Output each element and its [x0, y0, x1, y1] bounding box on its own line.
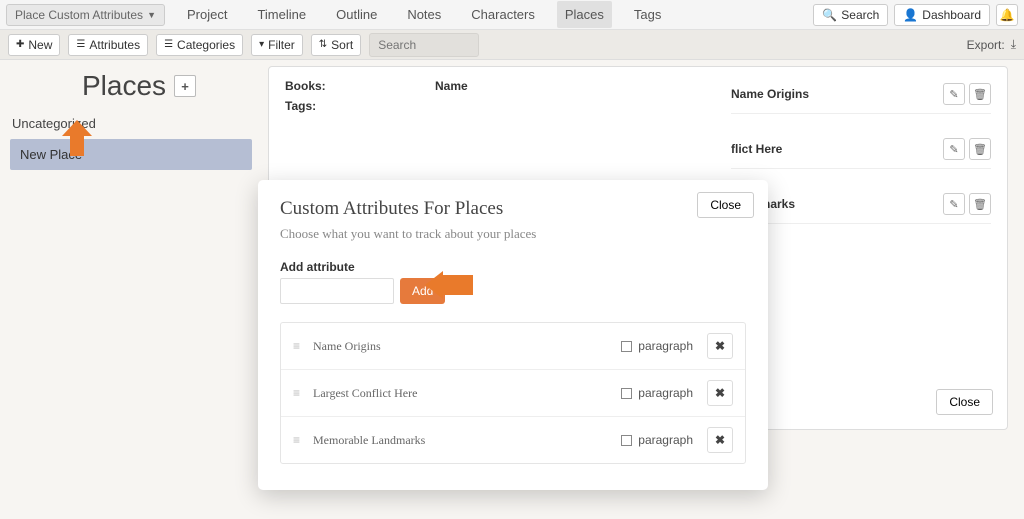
custom-attributes-modal: Close Custom Attributes For Places Choos… [258, 180, 768, 490]
attr-panel-name-origins: Name Origins ✎ 🗑 [731, 79, 991, 114]
sort-icon: ⇅ [319, 39, 327, 50]
page-header: Places + [82, 70, 196, 102]
nav-places[interactable]: Places [557, 1, 612, 28]
delete-attribute-button[interactable]: ✖ [707, 380, 733, 406]
search-button-label: Search [841, 8, 879, 22]
annotation-arrow-icon [425, 271, 473, 299]
books-label: Books: [285, 79, 405, 93]
user-icon: 👤 [903, 8, 918, 22]
bell-icon: 🔔 [1000, 8, 1015, 22]
nav-timeline[interactable]: Timeline [249, 1, 314, 28]
attribute-name: Name Origins [313, 339, 607, 354]
modal-title: Custom Attributes For Places [280, 198, 746, 220]
notifications-button[interactable]: 🔔 [996, 4, 1018, 26]
attribute-name: Largest Conflict Here [313, 386, 607, 401]
checkbox-icon [621, 341, 632, 352]
add-attribute-input[interactable] [280, 278, 394, 304]
annotation-arrow-icon [62, 120, 92, 156]
attribute-list: ≡ Name Origins paragraph ✖ ≡ Largest Con… [280, 322, 746, 464]
attribute-name: Memorable Landmarks [313, 433, 607, 448]
delete-attribute-button[interactable]: ✖ [707, 333, 733, 359]
modal-subtitle: Choose what you want to track about your… [280, 226, 746, 242]
name-label: Name [435, 79, 701, 93]
list-icon: ☰ [164, 39, 173, 50]
top-nav: Place Custom Attributes ▼ Project Timeli… [0, 0, 1024, 30]
edit-icon[interactable]: ✎ [943, 83, 965, 105]
attribute-type-toggle[interactable]: paragraph [621, 433, 693, 447]
top-right: 🔍 Search 👤 Dashboard 🔔 [813, 4, 1018, 26]
edit-icon[interactable]: ✎ [943, 138, 965, 160]
export-label: Export: [967, 38, 1005, 52]
sort-button-label: Sort [331, 38, 353, 52]
attribute-type-toggle[interactable]: paragraph [621, 386, 693, 400]
new-button[interactable]: ✚ New [8, 34, 60, 56]
nav-project[interactable]: Project [179, 1, 235, 28]
filter-icon: ▾ [259, 39, 264, 50]
tags-label: Tags: [285, 99, 405, 113]
main-nav: Project Timeline Outline Notes Character… [179, 0, 669, 29]
filter-button-label: Filter [268, 38, 295, 52]
checkbox-icon [621, 388, 632, 399]
new-button-label: New [28, 38, 52, 52]
search-icon: 🔍 [822, 8, 837, 22]
nav-notes[interactable]: Notes [399, 1, 449, 28]
places-sidebar: Uncategorized New Place [10, 112, 252, 170]
nav-outline[interactable]: Outline [328, 1, 385, 28]
drag-handle-icon[interactable]: ≡ [293, 339, 299, 353]
modal-close-button[interactable]: Close [697, 192, 754, 218]
nav-tags[interactable]: Tags [626, 1, 669, 28]
attr-title: flict Here [731, 142, 782, 156]
edit-icon[interactable]: ✎ [943, 193, 965, 215]
nav-characters[interactable]: Characters [463, 1, 543, 28]
dashboard-button-label: Dashboard [922, 8, 981, 22]
attribute-row: ≡ Memorable Landmarks paragraph ✖ [281, 417, 745, 463]
attribute-row: ≡ Largest Conflict Here paragraph ✖ [281, 370, 745, 417]
checkbox-icon [621, 435, 632, 446]
delete-attribute-button[interactable]: ✖ [707, 427, 733, 453]
caret-down-icon: ▼ [147, 10, 156, 20]
places-toolbar: ✚ New ☰ Attributes ☰ Categories ▾ Filter… [0, 30, 1024, 60]
drag-handle-icon[interactable]: ≡ [293, 433, 299, 447]
attribute-row: ≡ Name Origins paragraph ✖ [281, 323, 745, 370]
attributes-button[interactable]: ☰ Attributes [68, 34, 148, 56]
add-attribute-label: Add attribute [280, 260, 746, 274]
categories-button[interactable]: ☰ Categories [156, 34, 243, 56]
add-place-button[interactable]: + [174, 75, 196, 97]
plus-icon: ✚ [16, 39, 24, 50]
export-area: Export: ⤓ [967, 37, 1016, 52]
search-button[interactable]: 🔍 Search [813, 4, 888, 26]
attribute-type-toggle[interactable]: paragraph [621, 339, 693, 353]
place-item[interactable]: New Place [10, 139, 252, 170]
attr-panel-conflict: flict Here ✎ 🗑 [731, 134, 991, 169]
attr-title: Name Origins [731, 87, 809, 101]
sort-button[interactable]: ⇅ Sort [311, 34, 361, 56]
detail-close-button[interactable]: Close [936, 389, 993, 415]
project-dropdown-label: Place Custom Attributes [15, 8, 143, 22]
dashboard-button[interactable]: 👤 Dashboard [894, 4, 990, 26]
content-area: Places + Uncategorized New Place Books: … [0, 60, 1024, 519]
categories-button-label: Categories [177, 38, 235, 52]
attributes-button-label: Attributes [89, 38, 140, 52]
filter-button[interactable]: ▾ Filter [251, 34, 303, 56]
project-dropdown[interactable]: Place Custom Attributes ▼ [6, 4, 165, 26]
category-heading: Uncategorized [10, 112, 252, 135]
trash-icon[interactable]: 🗑 [969, 138, 991, 160]
list-icon: ☰ [76, 39, 85, 50]
page-title: Places [82, 70, 166, 102]
attr-panel-landmarks: Landmarks ✎ 🗑 [731, 189, 991, 224]
trash-icon[interactable]: 🗑 [969, 193, 991, 215]
trash-icon[interactable]: 🗑 [969, 83, 991, 105]
drag-handle-icon[interactable]: ≡ [293, 386, 299, 400]
search-input[interactable] [369, 33, 479, 57]
export-icon[interactable]: ⤓ [1011, 37, 1016, 52]
